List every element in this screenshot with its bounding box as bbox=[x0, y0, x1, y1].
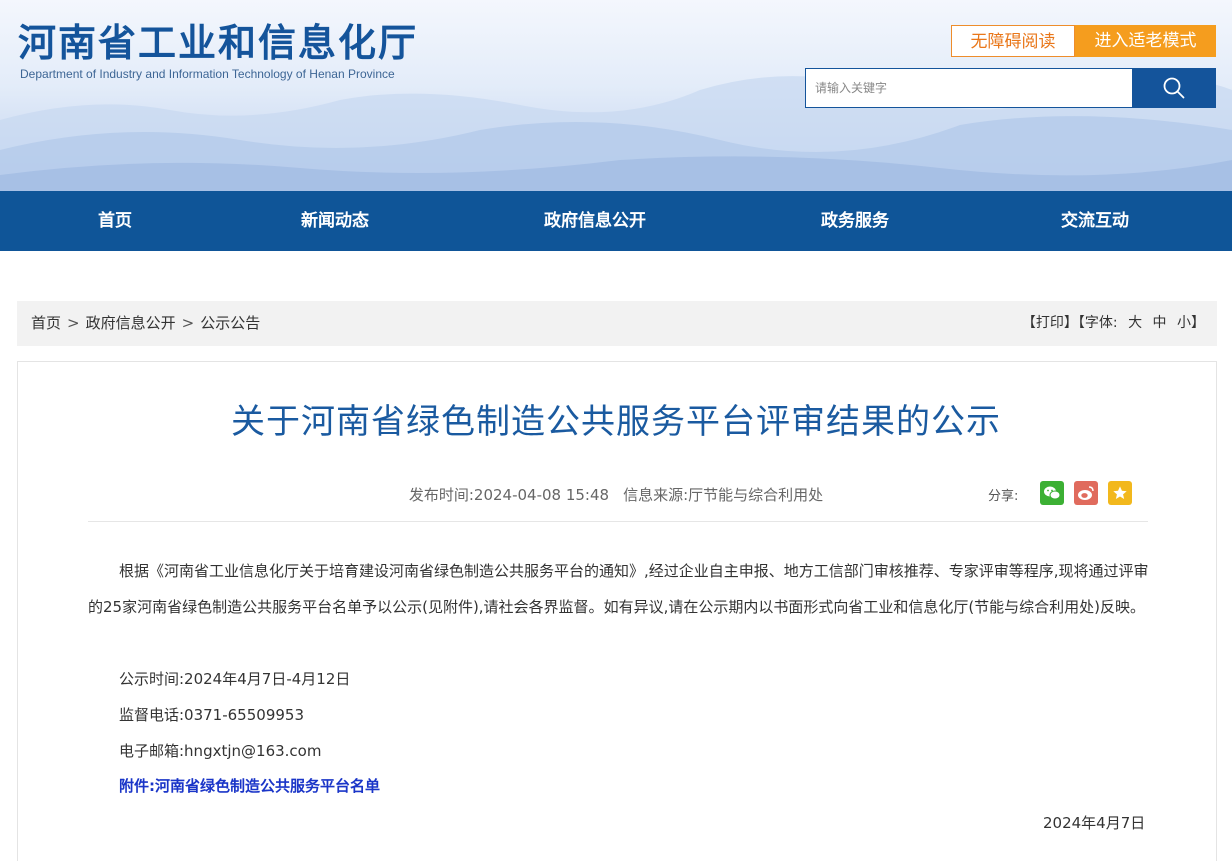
contact-email: 电子邮箱:hngxtjn@163.com bbox=[119, 742, 322, 760]
source-label: 信息来源: bbox=[623, 486, 689, 504]
search-input[interactable] bbox=[806, 69, 1115, 107]
search-button[interactable] bbox=[1132, 68, 1216, 108]
share-label: 分享: bbox=[988, 489, 1019, 504]
source: 厅节能与综合利用处 bbox=[688, 486, 824, 504]
site-title: 河南省工业和信息化厅 bbox=[18, 21, 419, 65]
wechat-icon[interactable] bbox=[1040, 481, 1064, 505]
breadcrumb-gov-info[interactable]: 政府信息公开 bbox=[86, 314, 176, 332]
font-size-small[interactable]: 小 bbox=[1177, 315, 1191, 331]
weibo-icon[interactable] bbox=[1074, 481, 1098, 505]
meta-divider bbox=[88, 521, 1148, 522]
favorite-star-icon[interactable] bbox=[1108, 481, 1132, 505]
publish-time: 2024-04-08 15:48 bbox=[473, 486, 610, 504]
accessibility-reading-button[interactable]: 无障碍阅读 bbox=[951, 25, 1075, 57]
article-date: 2024年4月7日 bbox=[1043, 814, 1146, 832]
attachment-link[interactable]: 附件:河南省绿色制造公共服务平台名单 bbox=[119, 775, 380, 796]
main-nav: 首页 新闻动态 政府信息公开 政务服务 交流互动 bbox=[0, 191, 1232, 251]
breadcrumb-bar: 首页 > 政府信息公开 > 公示公告 【打印】【字体: 大 中 小】 bbox=[17, 301, 1217, 346]
nav-item-interaction[interactable]: 交流互动 bbox=[1061, 191, 1129, 251]
breadcrumb-separator: > bbox=[181, 314, 195, 332]
print-button[interactable]: 【打印】 bbox=[1022, 315, 1078, 331]
nav-item-home[interactable]: 首页 bbox=[98, 191, 132, 251]
article-title: 关于河南省绿色制造公共服务平台评审结果的公示 bbox=[231, 402, 1001, 442]
publish-time-label: 发布时间: bbox=[408, 486, 474, 504]
article-body: 根据《河南省工业信息化厅关于培育建设河南省绿色制造公共服务平台的通知》,经过企业… bbox=[88, 562, 1149, 616]
nav-item-services[interactable]: 政务服务 bbox=[821, 191, 889, 251]
nav-item-gov-info[interactable]: 政府信息公开 bbox=[544, 191, 646, 251]
supervision-phone: 监督电话:0371-65509953 bbox=[119, 706, 304, 724]
font-size-large[interactable]: 大 bbox=[1128, 315, 1142, 331]
page-tools: 【打印】【字体: 大 中 小】 bbox=[1022, 301, 1205, 346]
site-subtitle: Department of Industry and Information T… bbox=[20, 67, 395, 81]
search-icon bbox=[1163, 77, 1185, 99]
elder-mode-button[interactable]: 进入适老模式 bbox=[1075, 25, 1216, 57]
breadcrumb-home[interactable]: 首页 bbox=[31, 314, 61, 332]
site-header: 河南省工业和信息化厅 Department of Industry and In… bbox=[0, 0, 1232, 191]
search-box bbox=[805, 68, 1133, 108]
font-size-label: 【字体: bbox=[1077, 315, 1118, 331]
nav-item-news[interactable]: 新闻动态 bbox=[301, 191, 369, 251]
breadcrumb-announcements[interactable]: 公示公告 bbox=[200, 314, 260, 332]
breadcrumb-separator: > bbox=[67, 314, 80, 332]
font-size-medium[interactable]: 中 bbox=[1153, 315, 1167, 331]
font-size-close: 】 bbox=[1191, 315, 1205, 331]
breadcrumb: 首页 > 政府信息公开 > 公示公告 bbox=[31, 301, 260, 346]
announcement-period: 公示时间:2024年4月7日-4月12日 bbox=[119, 670, 351, 688]
